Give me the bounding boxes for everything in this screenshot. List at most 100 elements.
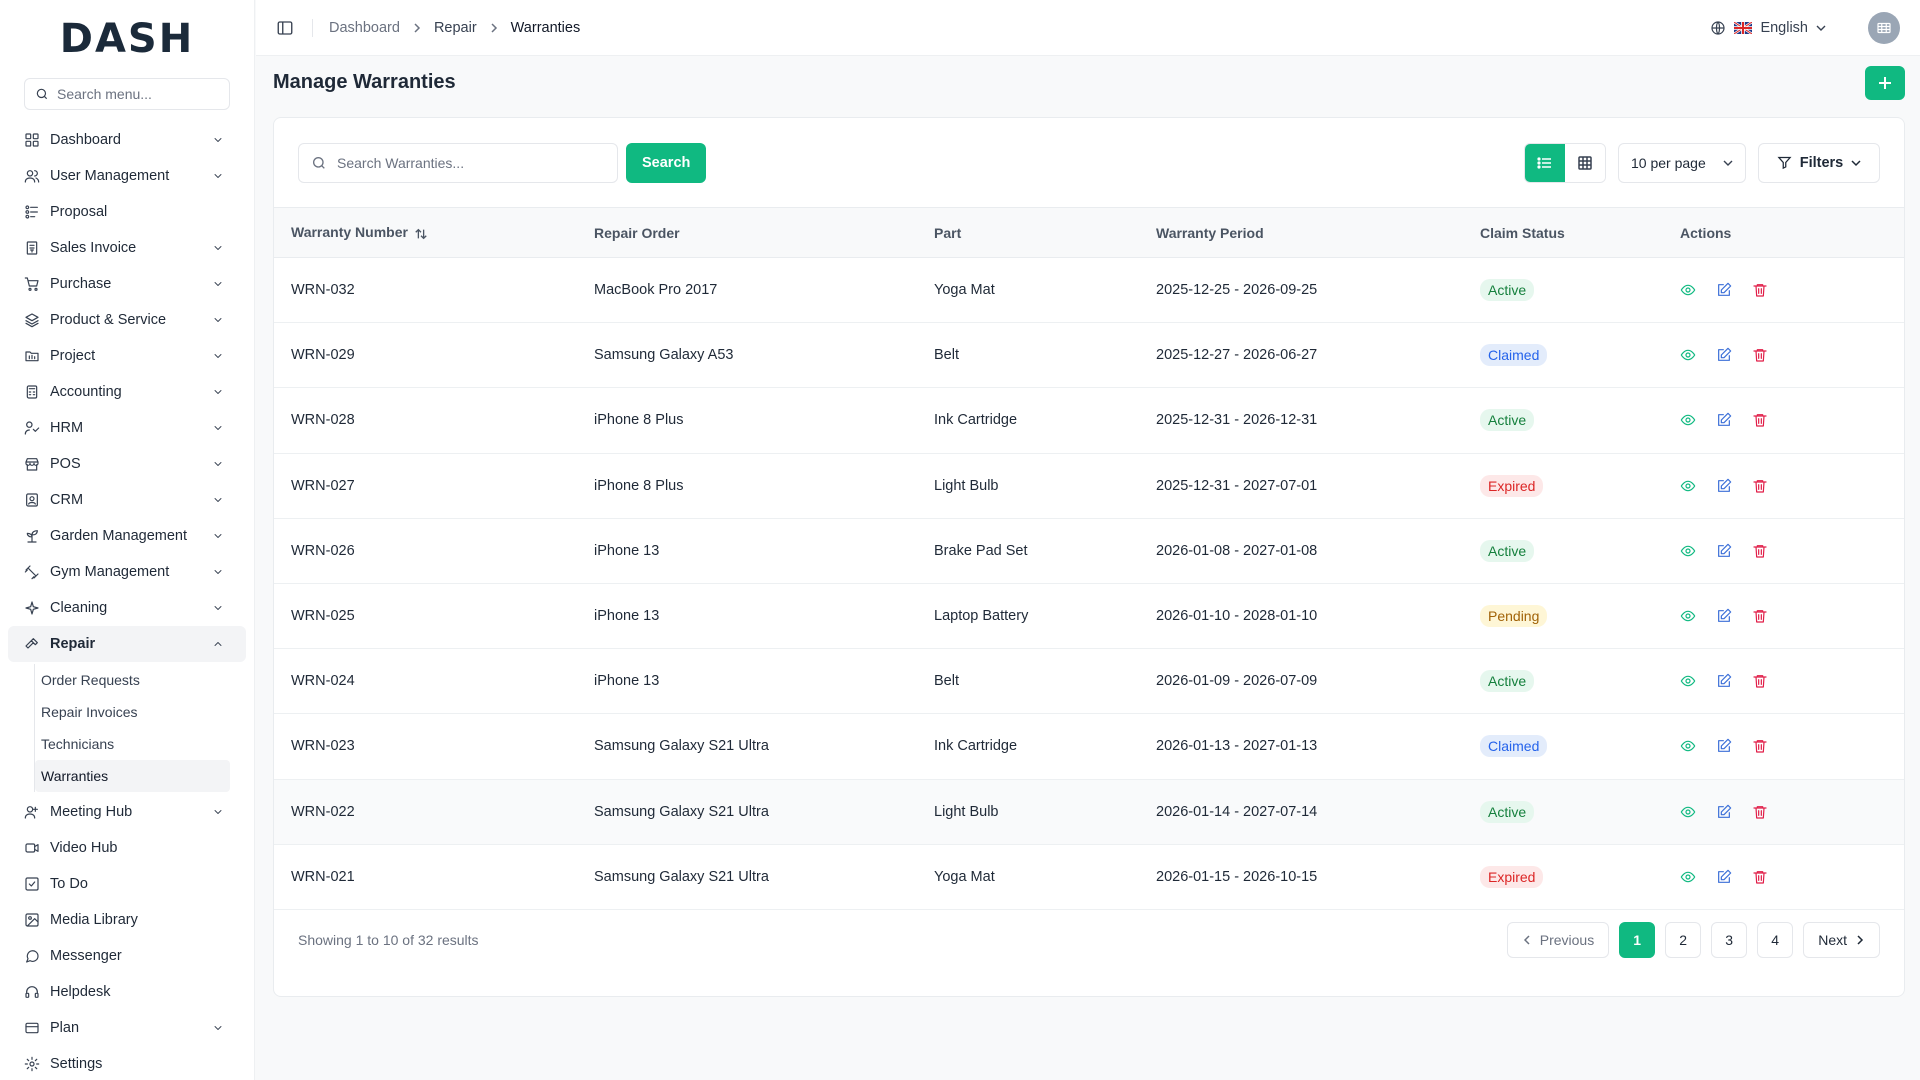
- warranty-number: WRN-022: [291, 803, 355, 820]
- sidebar-item-product-service[interactable]: Product & Service: [8, 302, 246, 338]
- warranty-search-input[interactable]: [337, 154, 605, 171]
- avatar[interactable]: [1868, 11, 1900, 44]
- page-2-button[interactable]: 2: [1665, 922, 1702, 958]
- sidebar-item-settings[interactable]: Settings: [8, 1046, 246, 1080]
- chevron-down-icon: [212, 314, 224, 326]
- sidebar-item-label: CRM: [50, 492, 84, 508]
- repair-submenu: Order Requests Repair Invoices Technicians…: [34, 664, 254, 792]
- sidebar-item-plan[interactable]: Plan: [8, 1010, 246, 1046]
- filters-button[interactable]: Filters: [1758, 142, 1880, 183]
- next-page-button[interactable]: Next: [1803, 922, 1880, 958]
- trash-icon[interactable]: [1752, 869, 1768, 885]
- sidebar-item-meeting-hub[interactable]: Meeting Hub: [8, 794, 246, 830]
- trash-icon[interactable]: [1752, 282, 1768, 298]
- view-icon[interactable]: [1680, 347, 1696, 363]
- trash-icon[interactable]: [1752, 478, 1768, 494]
- language-selector[interactable]: English: [1710, 20, 1826, 36]
- view-icon[interactable]: [1680, 608, 1696, 624]
- sidebar-item-messenger[interactable]: Messenger: [8, 938, 246, 974]
- table-row: WRN-021 Samsung Galaxy S21 Ultra Yoga Mat 2…: [274, 844, 1904, 910]
- sidebar-item-pos[interactable]: POS: [8, 446, 246, 482]
- submenu-item-technicians[interactable]: Technicians: [35, 728, 230, 760]
- trash-icon[interactable]: [1752, 347, 1768, 363]
- view-icon[interactable]: [1680, 869, 1696, 885]
- per-page-select[interactable]: 10 per page: [1618, 142, 1746, 183]
- trash-icon[interactable]: [1752, 804, 1768, 820]
- edit-icon[interactable]: [1716, 282, 1732, 298]
- edit-icon[interactable]: [1716, 347, 1732, 363]
- headset-icon: [24, 984, 40, 1000]
- col-part: Part: [934, 224, 962, 241]
- previous-page-button[interactable]: Previous: [1506, 922, 1610, 958]
- sidebar-item-hrm[interactable]: HRM: [8, 410, 246, 446]
- sidebar-item-label: Purchase: [50, 276, 112, 292]
- add-warranty-button[interactable]: [1865, 66, 1905, 100]
- sidebar-item-sales-invoice[interactable]: Sales Invoice: [8, 230, 246, 266]
- language-label: English: [1760, 19, 1808, 36]
- edit-icon[interactable]: [1716, 869, 1732, 885]
- search-button[interactable]: Search: [626, 142, 707, 183]
- sort-icon[interactable]: [414, 227, 428, 241]
- sidebar-item-accounting[interactable]: Accounting: [8, 374, 246, 410]
- edit-icon[interactable]: [1716, 673, 1732, 689]
- sidebar-menu-lower: Meeting Hub Video Hub To Do Media Library Me…: [0, 794, 254, 1080]
- view-icon[interactable]: [1680, 412, 1696, 428]
- edit-icon[interactable]: [1716, 412, 1732, 428]
- edit-icon[interactable]: [1716, 478, 1732, 494]
- view-icon[interactable]: [1680, 673, 1696, 689]
- status-badge: Active: [1480, 539, 1535, 562]
- edit-icon[interactable]: [1716, 738, 1732, 754]
- sidebar-item-garden-management[interactable]: Garden Management: [8, 518, 246, 554]
- logo[interactable]: DASH: [0, 0, 254, 78]
- sidebar-item-cleaning[interactable]: Cleaning: [8, 590, 246, 626]
- sidebar-item-crm[interactable]: CRM: [8, 482, 246, 518]
- table-row: WRN-024 iPhone 13 Belt 2026-01-09 - 2026-07…: [274, 649, 1904, 714]
- page-4-button[interactable]: 4: [1757, 922, 1794, 958]
- sidebar-item-purchase[interactable]: Purchase: [8, 266, 246, 302]
- breadcrumb-repair[interactable]: Repair: [434, 20, 477, 36]
- warranty-period: 2026-01-15 - 2026-10-15: [1156, 868, 1318, 885]
- sidebar-item-video-hub[interactable]: Video Hub: [8, 830, 246, 866]
- warranty-number: WRN-023: [291, 738, 355, 755]
- edit-icon[interactable]: [1716, 608, 1732, 624]
- grid-view-button[interactable]: [1565, 143, 1605, 182]
- sidebar-item-media-library[interactable]: Media Library: [8, 902, 246, 938]
- sidebar-search[interactable]: Search menu...: [24, 78, 230, 110]
- view-icon[interactable]: [1680, 804, 1696, 820]
- trash-icon[interactable]: [1752, 543, 1768, 559]
- edit-icon[interactable]: [1716, 543, 1732, 559]
- col-warranty-number[interactable]: Warranty Number: [274, 208, 577, 258]
- table-toolbar: Search 10 per page Filters: [274, 118, 1904, 207]
- sidebar-item-proposal[interactable]: Proposal: [8, 194, 246, 230]
- sidebar-item-label: Garden Management: [50, 528, 188, 544]
- page-3-button[interactable]: 3: [1711, 922, 1748, 958]
- view-icon[interactable]: [1680, 478, 1696, 494]
- page-1-button[interactable]: 1: [1619, 922, 1656, 958]
- sidebar-item-user-management[interactable]: User Management: [8, 158, 246, 194]
- trash-icon[interactable]: [1752, 738, 1768, 754]
- submenu-item-order-requests[interactable]: Order Requests: [35, 664, 230, 696]
- edit-icon[interactable]: [1716, 804, 1732, 820]
- breadcrumb-dashboard[interactable]: Dashboard: [329, 20, 400, 36]
- submenu-item-repair-invoices[interactable]: Repair Invoices: [35, 696, 230, 728]
- view-icon[interactable]: [1680, 543, 1696, 559]
- list-view-button[interactable]: [1525, 143, 1565, 182]
- trash-icon[interactable]: [1752, 412, 1768, 428]
- sidebar-toggle-icon[interactable]: [276, 19, 294, 37]
- trash-icon[interactable]: [1752, 608, 1768, 624]
- sidebar-item-gym-management[interactable]: Gym Management: [8, 554, 246, 590]
- chat-icon: [24, 948, 40, 964]
- sidebar-item-dashboard[interactable]: Dashboard: [8, 122, 246, 158]
- chevron-down-icon: [212, 422, 224, 434]
- status-badge: Claimed: [1480, 344, 1548, 367]
- sidebar-item-helpdesk[interactable]: Helpdesk: [8, 974, 246, 1010]
- sidebar-item-repair[interactable]: Repair: [8, 626, 246, 662]
- sidebar-item-project[interactable]: Project: [8, 338, 246, 374]
- chevron-down-icon: [212, 602, 224, 614]
- warranty-period: 2025-12-25 - 2026-09-25: [1156, 282, 1318, 299]
- view-icon[interactable]: [1680, 282, 1696, 298]
- sidebar-item-to-do[interactable]: To Do: [8, 866, 246, 902]
- submenu-item-warranties[interactable]: Warranties: [35, 760, 230, 792]
- view-icon[interactable]: [1680, 738, 1696, 754]
- trash-icon[interactable]: [1752, 673, 1768, 689]
